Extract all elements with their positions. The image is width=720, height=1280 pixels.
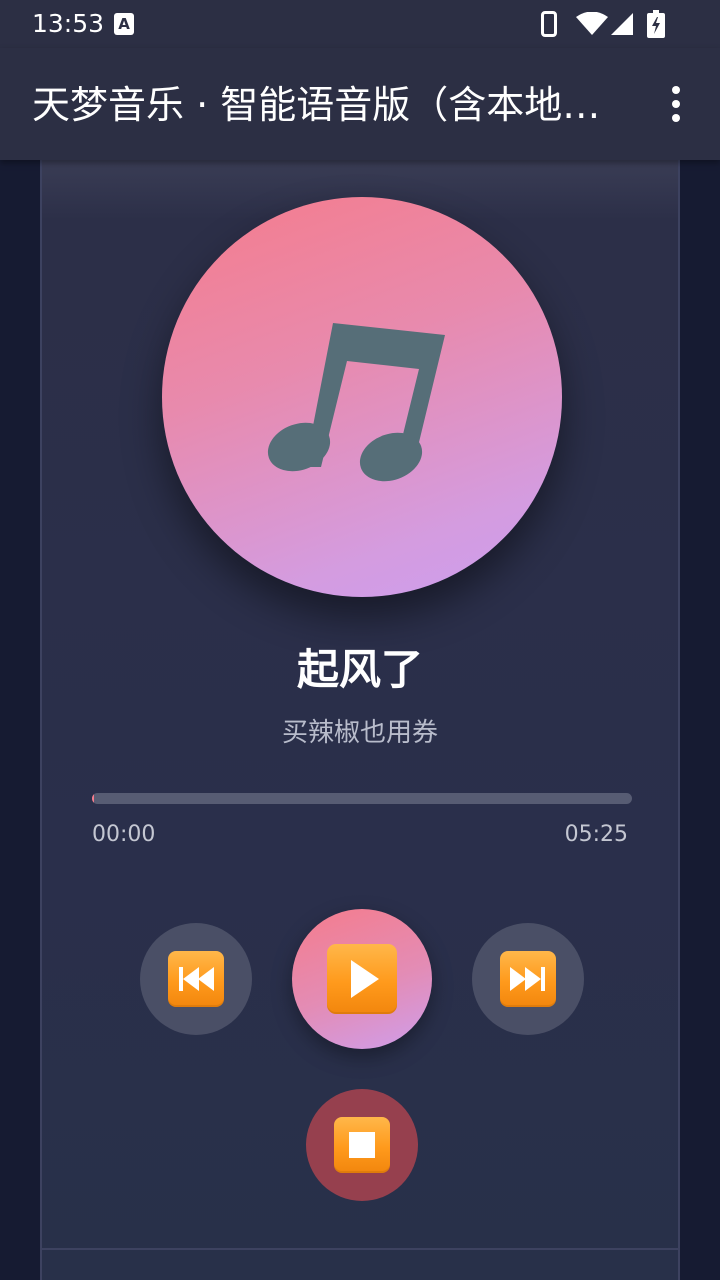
play-icon [327,944,397,1014]
player-panel: 起风了 买辣椒也用券 00:00 05:25 [40,160,680,1280]
signal-icon [611,13,633,35]
panel-divider [42,1248,678,1250]
phone-icon [541,11,557,37]
play-button[interactable] [292,909,432,1049]
wifi-icon [576,12,608,35]
status-bar: 13:53 A [0,0,720,48]
stop-button[interactable] [306,1089,418,1201]
song-title: 起风了 [296,645,423,694]
notification-a-icon: A [114,13,134,35]
stop-icon [334,1117,390,1173]
battery-charging-icon [647,10,665,38]
app-bar: 天梦音乐 · 智能语音版（含本地音乐） [0,48,720,160]
previous-button[interactable] [140,923,252,1035]
music-note-icon [267,323,445,482]
song-artist: 买辣椒也用券 [281,718,438,748]
current-time: 00:00 [92,822,156,847]
progress-bar[interactable] [92,793,632,804]
next-button[interactable] [472,923,584,1035]
rewind-icon [168,951,224,1007]
total-time: 05:25 [564,822,628,847]
app-title: 天梦音乐 · 智能语音版（含本地音乐） [32,83,632,127]
overflow-menu-icon[interactable] [656,80,696,128]
fast-forward-icon [500,951,556,1007]
progress-fill [92,793,94,804]
album-art [162,197,562,597]
status-time: 13:53 [32,9,105,38]
